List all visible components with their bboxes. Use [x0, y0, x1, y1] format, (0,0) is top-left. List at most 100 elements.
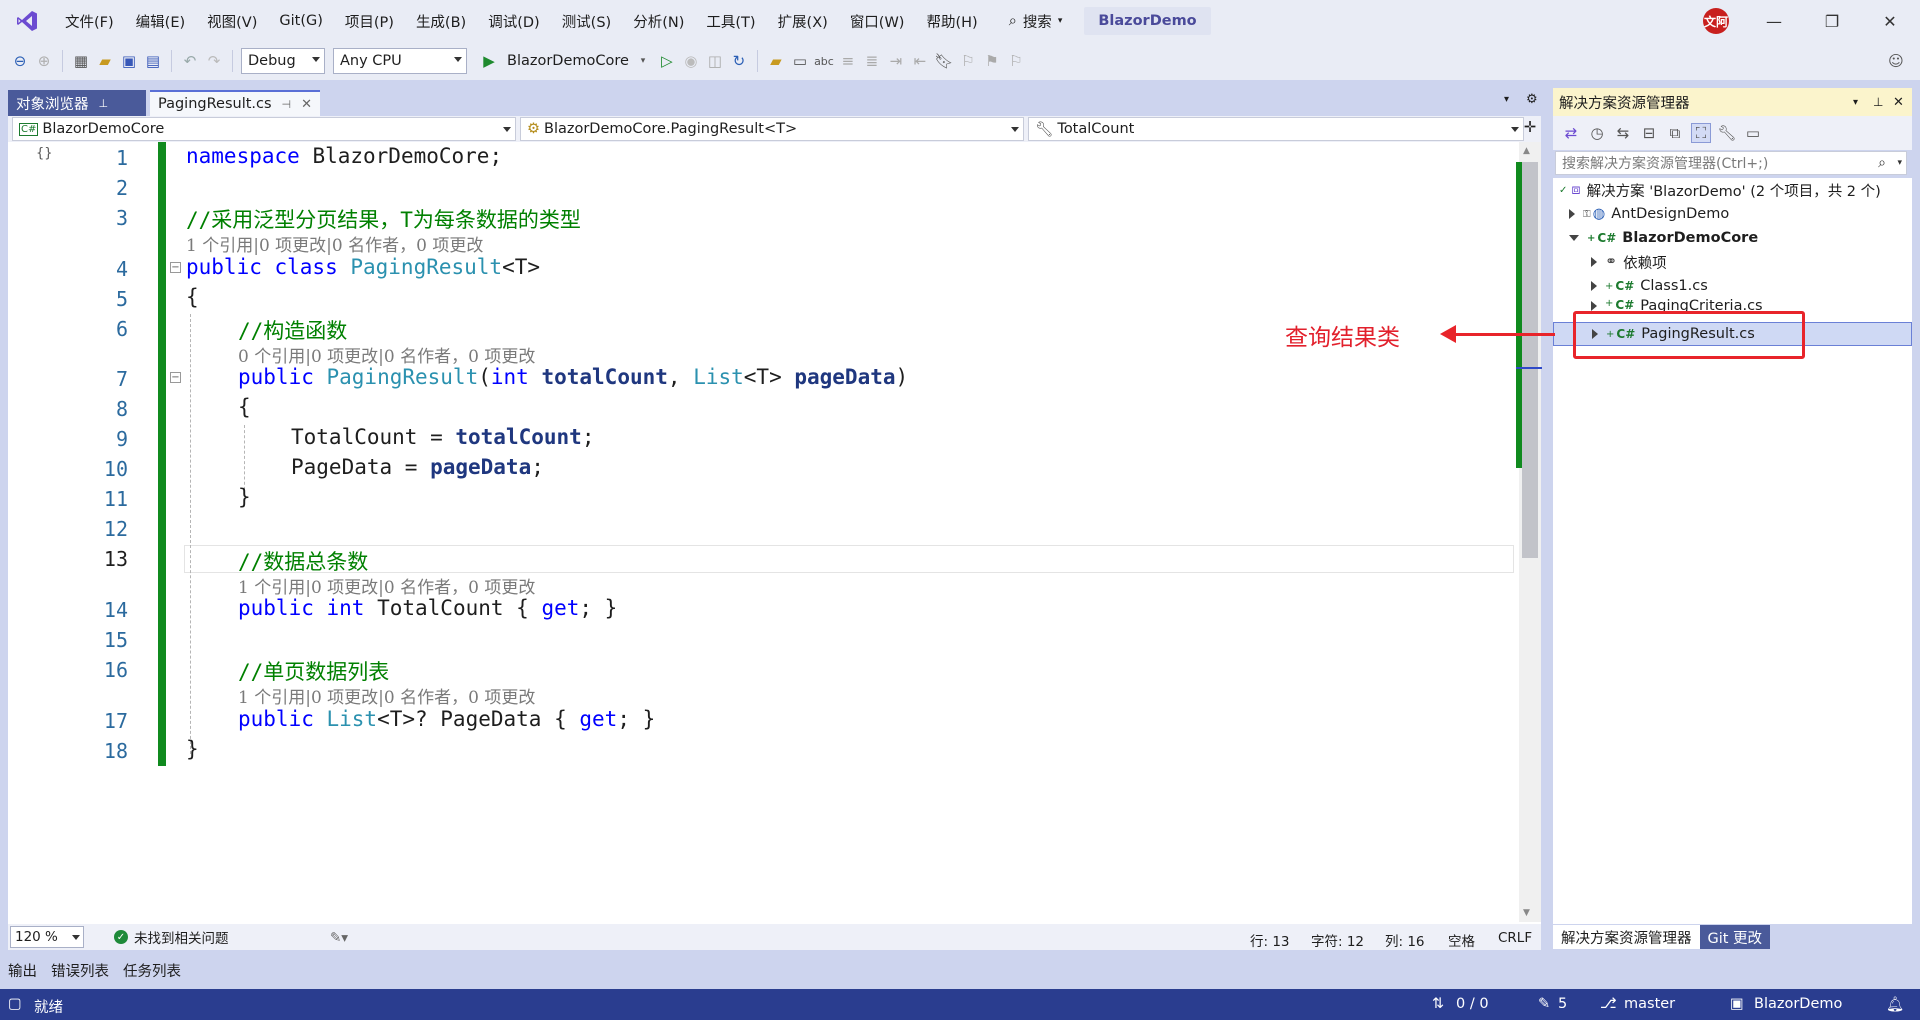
- layout-icon[interactable]: ▭: [790, 51, 810, 71]
- scroll-down-icon[interactable]: ▼: [1523, 908, 1530, 918]
- code-cleanup-icon[interactable]: ✎▾: [330, 930, 348, 946]
- tab-git-changes[interactable]: Git 更改: [1699, 925, 1771, 949]
- issues-indicator[interactable]: ✓ 未找到相关问题: [114, 927, 229, 947]
- tree-item-solution[interactable]: ✓ ⧈ 解决方案 'BlazorDemo' (2 个项目，共 2 个): [1553, 178, 1912, 202]
- close-button[interactable]: ✕: [1862, 0, 1918, 42]
- switch-views-icon[interactable]: ⇄: [1561, 123, 1581, 143]
- outdent-icon[interactable]: ⇤: [910, 51, 930, 71]
- spell-check-icon[interactable]: abc: [814, 51, 834, 71]
- refresh-icon[interactable]: ↻: [729, 51, 749, 71]
- forward-icon[interactable]: ⊕: [34, 51, 54, 71]
- preview-icon[interactable]: ▭: [1743, 123, 1763, 143]
- uncomment-icon[interactable]: ≣: [862, 51, 882, 71]
- run-target-label[interactable]: BlazorDemoCore: [507, 53, 629, 69]
- menu-debug[interactable]: 调试(D): [477, 11, 550, 32]
- member-dropdown[interactable]: 🔧︎ TotalCount: [1028, 117, 1524, 141]
- collapse-all-icon[interactable]: ⊟: [1639, 123, 1659, 143]
- tree-item-paging-criteria[interactable]: + C# PagingCriteria.cs: [1553, 298, 1912, 312]
- menu-extensions[interactable]: 扩展(X): [767, 11, 839, 32]
- line-indicator[interactable]: 行: 13: [1250, 930, 1290, 950]
- chevron-down-icon[interactable]: ▾: [1897, 158, 1902, 168]
- type-dropdown[interactable]: ⚙ BlazorDemoCore.PagingResult<T>: [520, 117, 1024, 141]
- tab-paging-result[interactable]: PagingResult.cs ⊣ ✕: [150, 90, 320, 116]
- open-folder-icon[interactable]: ▰: [95, 51, 115, 71]
- solution-search-input[interactable]: 搜索解决方案资源管理器(Ctrl+;) ⌕ ▾: [1555, 151, 1907, 175]
- chevron-down-icon[interactable]: ▾: [1853, 97, 1858, 108]
- back-icon[interactable]: ⊖: [10, 51, 30, 71]
- menu-help[interactable]: 帮助(H): [915, 11, 988, 32]
- pending-edits-count[interactable]: 5: [1558, 996, 1567, 1012]
- sync-count[interactable]: 0 / 0: [1456, 996, 1489, 1012]
- menu-analyze[interactable]: 分析(N): [622, 11, 695, 32]
- sync-icon[interactable]: ⇆: [1613, 123, 1633, 143]
- close-icon[interactable]: ✕: [1893, 95, 1904, 110]
- repository-name[interactable]: BlazorDemo: [1754, 996, 1842, 1012]
- split-editor-icon[interactable]: ✛: [1520, 118, 1540, 140]
- pin-icon[interactable]: ⊣: [282, 98, 292, 111]
- feedback-icon[interactable]: ☺: [1886, 51, 1906, 71]
- clear-bookmarks-icon[interactable]: ⚐: [1006, 51, 1026, 71]
- gear-icon[interactable]: ⚙: [1526, 92, 1538, 107]
- minimize-button[interactable]: —: [1746, 0, 1802, 42]
- expand-arrow-icon[interactable]: [1591, 301, 1597, 311]
- pin-icon[interactable]: ⊥: [99, 97, 109, 110]
- menu-test[interactable]: 测试(S): [551, 11, 623, 32]
- history-icon[interactable]: ◷: [1587, 123, 1607, 143]
- notifications-icon[interactable]: 🔔︎: [1886, 996, 1904, 1013]
- maximize-button[interactable]: ❐: [1804, 0, 1860, 42]
- avatar[interactable]: 文阿: [1703, 8, 1729, 34]
- codelens-ctor[interactable]: 0 个引用|0 项更改|0 名作者，0 项更改: [238, 342, 535, 367]
- expand-arrow-icon[interactable]: [1591, 281, 1597, 291]
- pin-icon[interactable]: ⊥: [1873, 95, 1883, 109]
- codelens-page-data[interactable]: 1 个引用|0 项更改|0 名作者，0 项更改: [238, 683, 535, 708]
- menu-edit[interactable]: 编辑(E): [125, 11, 196, 32]
- redo-icon[interactable]: ↷: [204, 51, 224, 71]
- menu-build[interactable]: 生成(B): [405, 11, 477, 32]
- scrollbar-thumb[interactable]: [1522, 162, 1538, 558]
- codelens-total-count[interactable]: 1 个引用|0 项更改|0 名作者，0 项更改: [238, 573, 535, 598]
- branch-name[interactable]: master: [1624, 996, 1675, 1012]
- browser-link-icon[interactable]: ◫: [705, 51, 725, 71]
- prev-bookmark-icon[interactable]: ⚐: [958, 51, 978, 71]
- char-indicator[interactable]: 字符: 12: [1311, 930, 1364, 950]
- search-button[interactable]: ⌕ 搜索 ▾: [997, 11, 1075, 32]
- comment-icon[interactable]: ≡: [838, 51, 858, 71]
- tab-output[interactable]: 输出: [8, 960, 37, 981]
- indent-icon[interactable]: ⇥: [886, 51, 906, 71]
- zoom-select[interactable]: 120 %: [10, 926, 84, 948]
- start-debug-icon[interactable]: ▶: [479, 51, 499, 71]
- bookmark-icon[interactable]: 🔖︎: [934, 51, 954, 71]
- menu-file[interactable]: 文件(F): [54, 11, 125, 32]
- whitespace-indicator[interactable]: 空格: [1448, 930, 1475, 950]
- line-ending-indicator[interactable]: CRLF: [1498, 930, 1532, 946]
- next-bookmark-icon[interactable]: ⚑: [982, 51, 1002, 71]
- folder-icon[interactable]: ▰: [766, 51, 786, 71]
- filter-icon[interactable]: ⛶: [1691, 123, 1711, 143]
- tab-overflow-icon[interactable]: ▾: [1504, 94, 1509, 105]
- tab-object-browser[interactable]: 对象浏览器 ⊥: [8, 90, 146, 116]
- project-dropdown[interactable]: C# BlazorDemoCore: [12, 117, 516, 141]
- save-all-icon[interactable]: ▤: [143, 51, 163, 71]
- chevron-down-icon[interactable]: ▾: [633, 51, 653, 71]
- tree-item-antdesigndemo[interactable]: ⚿ ◍ AntDesignDemo: [1553, 202, 1912, 226]
- collapse-ctor-icon[interactable]: −: [170, 372, 181, 383]
- collapse-arrow-icon[interactable]: [1569, 235, 1579, 241]
- close-icon[interactable]: ✕: [301, 97, 312, 112]
- menu-view[interactable]: 视图(V): [196, 11, 268, 32]
- menu-project[interactable]: 项目(P): [334, 11, 405, 32]
- show-all-files-icon[interactable]: ⧉: [1665, 123, 1685, 143]
- new-project-icon[interactable]: ▦: [71, 51, 91, 71]
- menu-tools[interactable]: 工具(T): [695, 11, 766, 32]
- col-indicator[interactable]: 列: 16: [1385, 930, 1425, 950]
- codelens-class[interactable]: 1 个引用|0 项更改|0 名作者，0 项更改: [186, 231, 483, 256]
- undo-icon[interactable]: ↶: [180, 51, 200, 71]
- tab-solution-explorer[interactable]: 解决方案资源管理器: [1553, 925, 1700, 949]
- menu-window[interactable]: 窗口(W): [839, 11, 916, 32]
- platform-select[interactable]: Any CPU: [333, 48, 467, 74]
- properties-icon[interactable]: 🔧︎: [1717, 123, 1737, 143]
- start-without-debug-icon[interactable]: ▷: [657, 51, 677, 71]
- configuration-select[interactable]: Debug: [241, 48, 325, 74]
- tree-item-blazordemocore[interactable]: + C# BlazorDemoCore: [1553, 226, 1912, 250]
- tree-item-class1[interactable]: + C# Class1.cs: [1553, 274, 1912, 298]
- scroll-up-icon[interactable]: ▲: [1523, 146, 1530, 156]
